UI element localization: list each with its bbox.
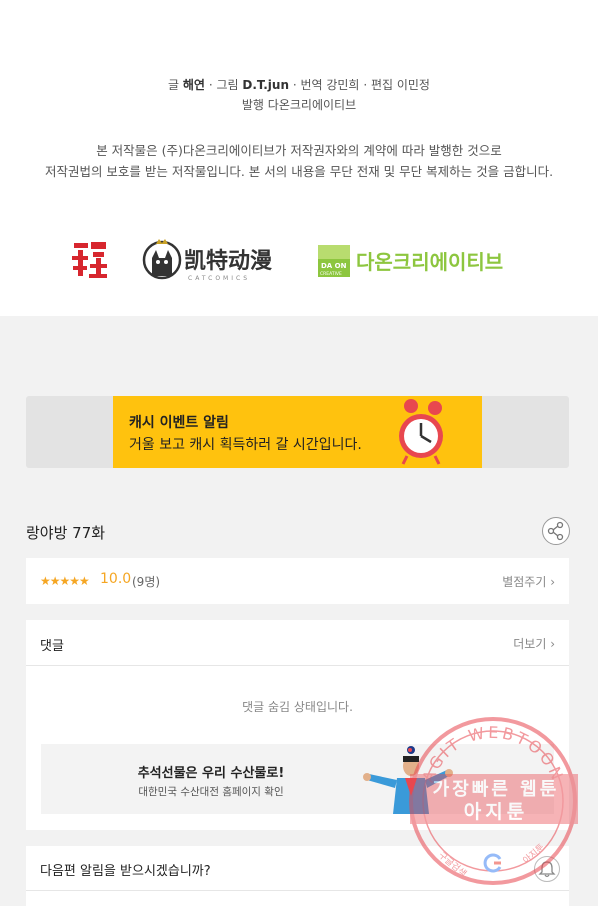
credits-section: 글 해연 · 그림 D.T.jun · 번역 강민희 · 편집 이민정 발행 다… (0, 0, 598, 316)
catcomics-logo: 凯特动漫 CATCOMICS (142, 239, 272, 282)
banner-title: 캐시 이벤트 알림 (129, 415, 229, 431)
watermark-line2: 아지툰 (464, 801, 528, 823)
rating-card: ★★★★★ 10.0 (9명) 별점주기 › (26, 558, 569, 604)
banner-subtitle: 거울 보고 캐시 획득하러 갈 시간입니다. (129, 437, 362, 453)
google-g-icon (483, 853, 502, 873)
editor: · 편집 이민정 (363, 78, 430, 92)
comments-hidden-message: 댓글 숨김 상태입니다. (242, 700, 353, 714)
cat-logo-text: 凯特动漫 (184, 248, 272, 274)
comments-header: 댓글 더보기 › (26, 620, 569, 666)
event-banner-container: 캐시 이벤트 알림 거울 보고 캐시 획득하러 갈 시간입니다. (26, 396, 569, 468)
ad-subtitle: 대한민국 수산대전 홈페이지 확인 (138, 786, 284, 798)
daon-badge-text: DA ON (321, 262, 347, 270)
rate-button[interactable]: 별점주기 › (502, 573, 555, 590)
alarm-clock-icon (399, 399, 443, 465)
watermark-line1: 가장빠른 웹툰 (433, 779, 560, 800)
next-alert-question: 다음편 알림을 받으시겠습니까? (40, 864, 211, 879)
daon-logo-text: 다온크리에이티브 (356, 250, 503, 274)
cat-logo-subtext: CATCOMICS (188, 275, 250, 282)
artist-name: D.T.jun (242, 78, 289, 92)
agit-webtoon-watermark-stamp: AGIT WEBTOON 가장빠른 웹툰 아지툰 구글검색 아지툰 (409, 717, 578, 885)
comments-more-button[interactable]: 더보기 › (513, 635, 555, 652)
ad-title: 추석선물은 우리 수산물로! (137, 766, 285, 781)
rating-stars: ★★★★★ (40, 574, 90, 588)
share-icon (547, 521, 564, 541)
cash-event-banner[interactable]: 캐시 이벤트 알림 거울 보고 캐시 획득하러 갈 시간입니다. (113, 396, 482, 468)
watermark-right-text: 아지툰 (521, 842, 547, 866)
divider (26, 890, 569, 891)
daon-badge-subtext: CREATIVE (320, 271, 342, 277)
daon-creative-logo: DA ON CREATIVE 다온크리에이티브 (318, 245, 503, 277)
rating-score: 10.0 (100, 571, 132, 587)
publisher: 발행 다온크리에이티브 (241, 98, 357, 112)
rating-voters: (9명) (132, 575, 161, 589)
red-calligraphy-logo (72, 242, 107, 278)
artist-label: · 그림 (208, 78, 239, 92)
credits-line: 글 해연 · 그림 D.T.jun · 번역 강민희 · 편집 이민정 (0, 76, 598, 93)
share-button[interactable] (542, 517, 570, 545)
writer-name: 해연 (182, 78, 205, 92)
copyright-notice-line1: 본 저작물은 (주)다온크리에이티브가 저작권자와의 계약에 따라 발행한 것으… (96, 143, 502, 158)
copyright-notice-line2: 저작권법의 보호를 받는 저작물입니다. 본 서의 내용을 무단 전재 및 무단… (44, 164, 554, 179)
episode-title: 랑야방 77화 (26, 524, 106, 542)
translator: · 번역 강민희 (292, 78, 360, 92)
writer-label: 글 (168, 78, 180, 92)
publisher-logos: 凯特动漫 CATCOMICS DA ON CREATIVE 다온크리에이티브 (0, 232, 598, 288)
comments-title: 댓글 (40, 639, 64, 654)
